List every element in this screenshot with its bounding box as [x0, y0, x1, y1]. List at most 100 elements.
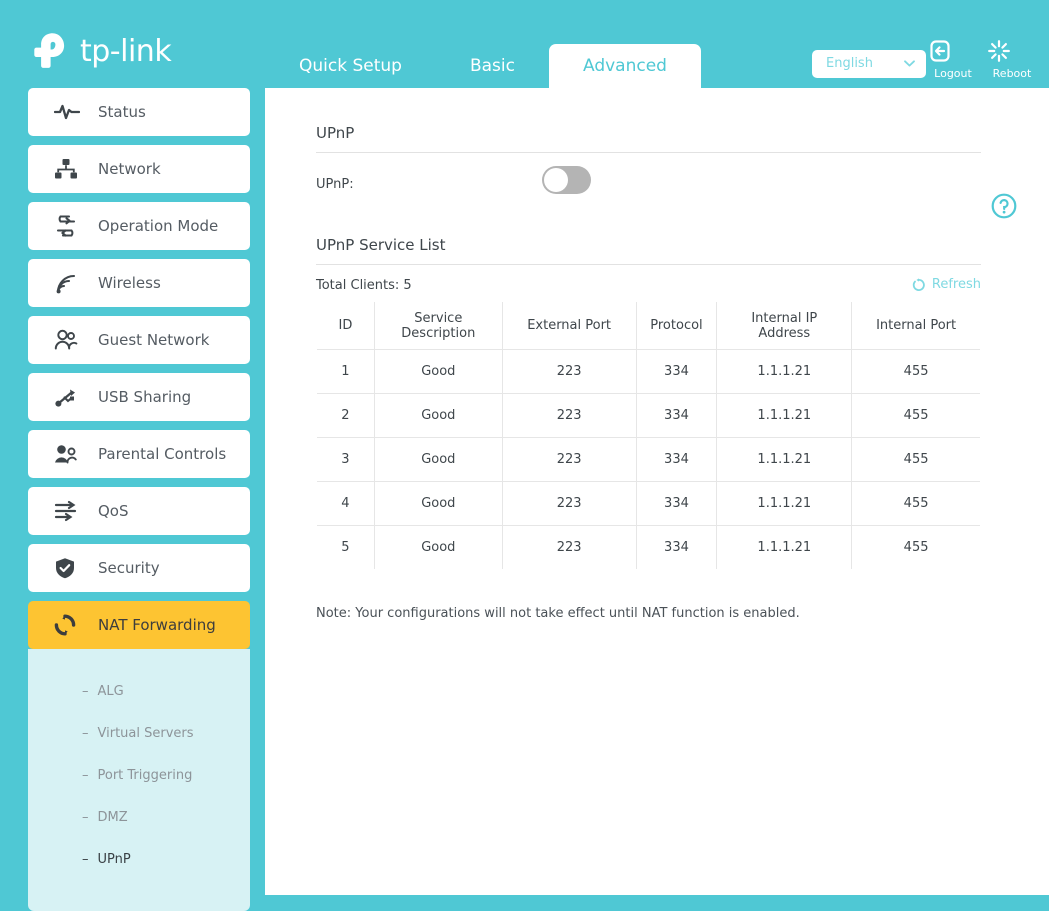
cell-external-port: 223	[501, 349, 637, 394]
table-row[interactable]: 5 Good 223 334 1.1.1.21 455	[317, 525, 980, 569]
sidebar-item-label: Wireless	[98, 274, 161, 292]
sidebar-item-nat-forwarding[interactable]: NAT Forwarding	[28, 601, 250, 649]
main-content: UPnP UPnP: UPnP Service List Total Clien…	[265, 88, 1049, 895]
submenu-dash: –	[82, 810, 89, 825]
cell-id: 4	[317, 481, 375, 526]
upnp-field-label: UPnP:	[316, 177, 354, 192]
tab-advanced[interactable]: Advanced	[548, 44, 701, 88]
column-header-internal-ip-address: Internal IP Address	[716, 302, 853, 350]
sidebar-item-guest-network[interactable]: Guest Network	[28, 316, 250, 364]
column-header-protocol: Protocol	[635, 302, 718, 350]
sidebar-item-operation-mode[interactable]: Operation Mode	[28, 202, 250, 250]
cell-protocol: 334	[635, 393, 718, 438]
sidebar-item-label: Operation Mode	[98, 217, 219, 235]
refresh-button[interactable]: Refresh	[912, 277, 981, 292]
cell-internal-ip: 1.1.1.21	[716, 349, 853, 394]
sidebar-item-status[interactable]: Status	[28, 88, 250, 136]
cell-internal-ip: 1.1.1.21	[716, 437, 853, 482]
refresh-icon	[912, 277, 925, 291]
tp-link-mark-icon	[34, 33, 65, 68]
submenu-item-virtual-servers[interactable]: – Virtual Servers	[28, 713, 250, 755]
submenu-item-label: ALG	[97, 684, 124, 699]
column-header-id: ID	[317, 302, 375, 350]
cell-internal-port: 455	[851, 437, 980, 482]
sidebar-item-label: Network	[98, 160, 161, 178]
table-row[interactable]: 3 Good 223 334 1.1.1.21 455	[317, 437, 980, 482]
upnp-section-title: UPnP	[316, 124, 355, 142]
table-header-row: ID Service Description External Port Pro…	[317, 302, 980, 350]
cell-id: 1	[317, 349, 375, 394]
cell-protocol: 334	[635, 349, 718, 394]
submenu-item-label: Virtual Servers	[97, 726, 194, 741]
total-clients-label: Total Clients: 5	[316, 278, 412, 293]
cell-id: 3	[317, 437, 375, 482]
sidebar-submenu: – ALG – Virtual Servers – Port Triggering –…	[28, 649, 250, 911]
submenu-item-port-triggering[interactable]: – Port Triggering	[28, 755, 250, 797]
sidebar-item-label: NAT Forwarding	[98, 616, 216, 634]
cell-internal-port: 455	[851, 481, 980, 526]
upnp-toggle-switch[interactable]	[542, 166, 591, 194]
cell-internal-port: 455	[851, 349, 980, 394]
upnp-section-divider	[316, 152, 981, 153]
cell-internal-ip: 1.1.1.21	[716, 525, 853, 569]
submenu-item-alg[interactable]: – ALG	[28, 671, 250, 713]
upnp-service-table: ID Service Description External Port Pro…	[316, 301, 981, 570]
sidebar-item-label: Guest Network	[98, 331, 210, 349]
nat-refresh-icon	[54, 613, 82, 637]
sidebar-item-label: Security	[98, 559, 160, 577]
submenu-dash: –	[82, 768, 89, 783]
submenu-item-dmz[interactable]: – DMZ	[28, 797, 250, 839]
table-row[interactable]: 4 Good 223 334 1.1.1.21 455	[317, 481, 980, 526]
brand-name: tp-link	[80, 34, 172, 69]
sidebar-item-qos[interactable]: QoS	[28, 487, 250, 535]
top-navigation: Quick Setup Basic Advanced	[265, 44, 701, 88]
upnp-toggle-row: UPnP:	[316, 166, 981, 208]
cell-external-port: 223	[501, 481, 637, 526]
language-select[interactable]: English	[812, 50, 926, 78]
cell-internal-port: 455	[851, 525, 980, 569]
column-header-internal-port: Internal Port	[851, 302, 980, 350]
app-header: tp-link Quick Setup Basic Advanced Engli…	[0, 0, 1049, 88]
question-circle-icon[interactable]	[991, 193, 1017, 219]
cell-internal-ip: 1.1.1.21	[716, 481, 853, 526]
cell-protocol: 334	[635, 481, 718, 526]
submenu-dash: –	[82, 852, 89, 867]
cell-external-port: 223	[501, 437, 637, 482]
reboot-button[interactable]: Reboot	[986, 38, 1038, 80]
sidebar-item-security[interactable]: Security	[28, 544, 250, 592]
cell-internal-port: 455	[851, 393, 980, 438]
service-list-divider	[316, 264, 981, 265]
submenu-item-label: UPnP	[97, 852, 131, 867]
qos-arrows-icon	[54, 499, 82, 523]
cell-service-description: Good	[373, 525, 503, 569]
sidebar-item-usb-sharing[interactable]: USB Sharing	[28, 373, 250, 421]
chevron-down-icon	[904, 60, 915, 67]
submenu-dash: –	[82, 726, 89, 741]
sidebar-item-parental-controls[interactable]: Parental Controls	[28, 430, 250, 478]
service-list-title: UPnP Service List	[316, 236, 446, 254]
table-row[interactable]: 1 Good 223 334 1.1.1.21 455	[317, 349, 980, 394]
cell-external-port: 223	[501, 525, 637, 569]
network-tree-icon	[54, 157, 82, 181]
swap-arrows-icon	[54, 214, 82, 238]
people-icon	[54, 328, 82, 352]
tab-quick-setup[interactable]: Quick Setup	[265, 44, 436, 88]
sidebar-item-wireless[interactable]: Wireless	[28, 259, 250, 307]
cell-protocol: 334	[635, 525, 718, 569]
sidebar: Status Network Operation Mode Wireless G…	[28, 88, 250, 911]
usb-icon	[54, 385, 82, 409]
sidebar-item-network[interactable]: Network	[28, 145, 250, 193]
table-row[interactable]: 2 Good 223 334 1.1.1.21 455	[317, 393, 980, 438]
column-header-external-port: External Port	[501, 302, 637, 350]
refresh-label: Refresh	[931, 277, 981, 292]
language-select-value: English	[826, 56, 873, 71]
submenu-item-upnp[interactable]: – UPnP	[28, 839, 250, 881]
reboot-icon	[988, 40, 1010, 62]
note-text: Note: Your configurations will not take …	[316, 606, 800, 621]
submenu-item-label: Port Triggering	[97, 768, 193, 783]
sidebar-item-label: Parental Controls	[98, 445, 227, 463]
logout-button[interactable]: Logout	[927, 38, 979, 80]
cell-service-description: Good	[373, 393, 503, 438]
sidebar-item-label: QoS	[98, 502, 129, 520]
tab-basic[interactable]: Basic	[436, 44, 549, 88]
